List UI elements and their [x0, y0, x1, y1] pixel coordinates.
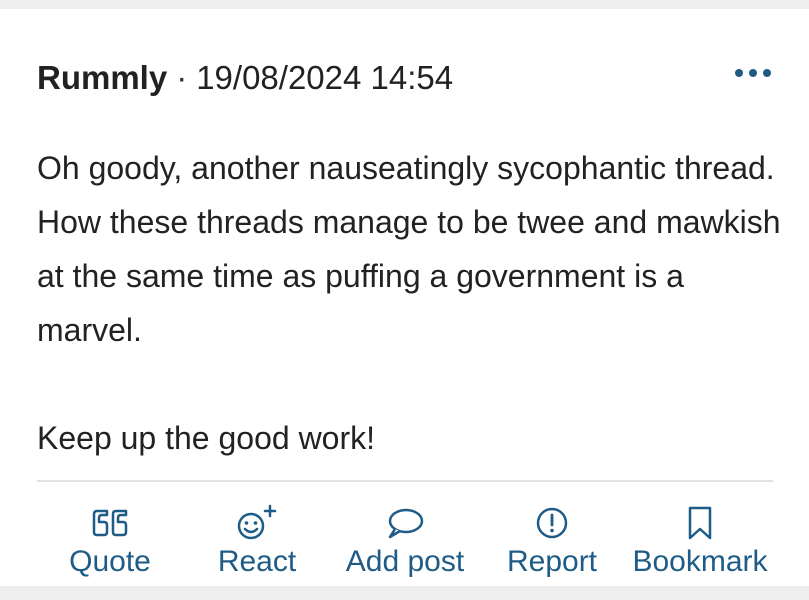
author-name[interactable]: Rummly: [37, 59, 167, 97]
quote-icon: [92, 504, 128, 542]
post-body: Oh goody, another nauseatingly sycophant…: [37, 141, 782, 465]
post-header: Rummly · 19/08/2024 14:54: [37, 53, 453, 103]
header-separator: ·: [176, 59, 188, 96]
divider: [37, 480, 773, 482]
react-icon: [234, 504, 280, 542]
speech-bubble-icon: [385, 504, 425, 542]
report-button[interactable]: Report: [504, 504, 600, 582]
bookmark-label: Bookmark: [632, 545, 768, 578]
bookmark-icon: [685, 504, 715, 542]
add-post-button[interactable]: Add post: [340, 504, 470, 582]
react-label: React: [217, 545, 297, 578]
react-button[interactable]: React: [215, 504, 299, 582]
quote-button[interactable]: Quote: [66, 504, 154, 582]
post-paragraph: Keep up the good work!: [37, 420, 376, 456]
post-paragraph: Oh goody, another nauseatingly sycophant…: [37, 150, 781, 348]
quote-label: Quote: [69, 545, 151, 578]
post-card: Rummly · 19/08/2024 14:54 Oh goody, anot…: [0, 9, 809, 586]
more-options-button[interactable]: [731, 57, 775, 91]
report-label: Report: [506, 545, 598, 578]
bookmark-button[interactable]: Bookmark: [628, 504, 772, 582]
add-post-label: Add post: [345, 545, 465, 578]
more-options-icon: [733, 65, 773, 83]
report-icon: [535, 504, 569, 542]
post-actions-bar: Quote React Add post Report Bookmark: [0, 504, 809, 584]
post-timestamp[interactable]: 19/08/2024 14:54: [196, 59, 453, 97]
